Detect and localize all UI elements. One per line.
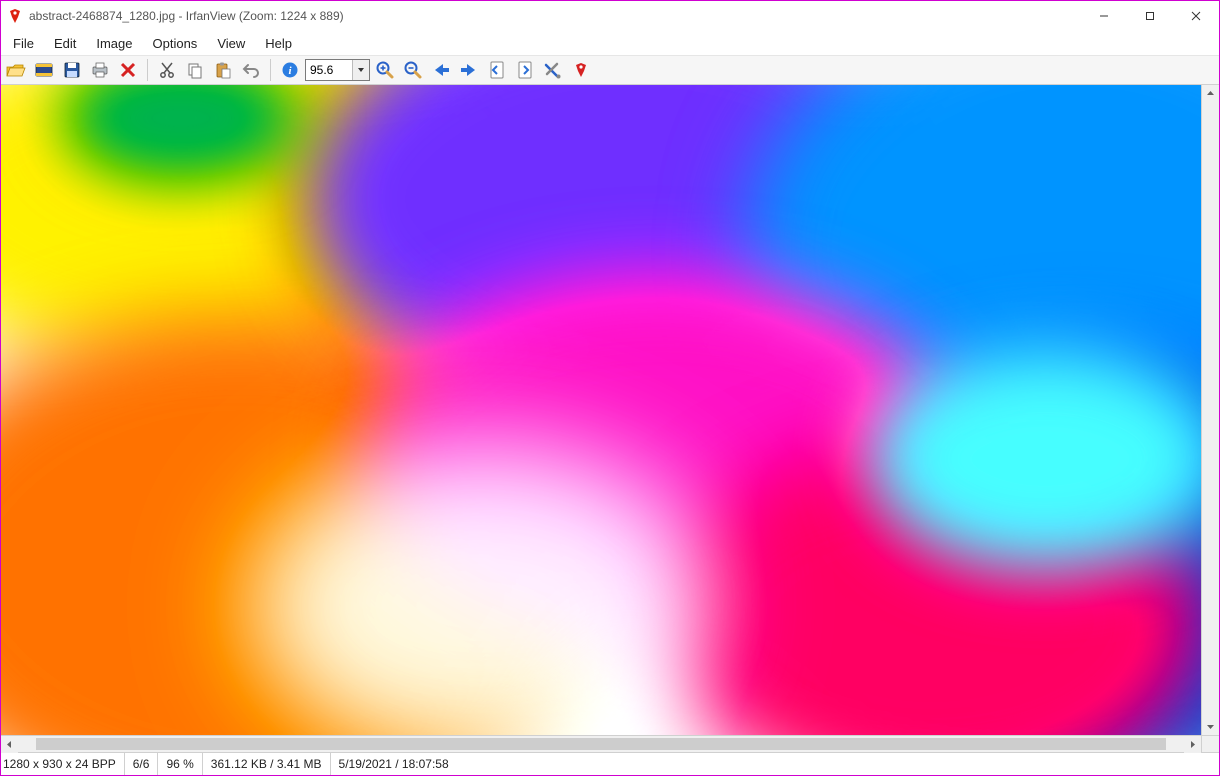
zoom-dropdown-button[interactable] — [352, 60, 369, 80]
scroll-down-button[interactable] — [1202, 718, 1219, 735]
cut-button[interactable] — [154, 58, 180, 82]
app-window: abstract-2468874_1280.jpg - IrfanView (Z… — [0, 0, 1220, 776]
menu-file[interactable]: File — [5, 34, 42, 53]
image-canvas[interactable] — [1, 85, 1201, 735]
menu-image[interactable]: Image — [88, 34, 140, 53]
open-button[interactable] — [3, 58, 29, 82]
close-button[interactable] — [1173, 1, 1219, 31]
settings-button[interactable] — [540, 58, 566, 82]
image-viewport — [1, 85, 1219, 735]
zoom-input[interactable] — [306, 63, 352, 77]
zoom-in-button[interactable] — [372, 58, 398, 82]
previous-image-button[interactable] — [428, 58, 454, 82]
next-image-button[interactable] — [456, 58, 482, 82]
scrollbar-corner — [1201, 735, 1219, 753]
previous-page-button[interactable] — [484, 58, 510, 82]
vertical-scrollbar[interactable] — [1201, 85, 1219, 735]
toolbar: i — [1, 56, 1219, 85]
slideshow-button[interactable] — [31, 58, 57, 82]
undo-button[interactable] — [238, 58, 264, 82]
menu-edit[interactable]: Edit — [46, 34, 84, 53]
next-page-button[interactable] — [512, 58, 538, 82]
status-dimensions: 1280 x 930 x 24 BPP — [3, 753, 125, 775]
menu-bar: File Edit Image Options View Help — [1, 31, 1219, 56]
window-title: abstract-2468874_1280.jpg - IrfanView (Z… — [29, 9, 344, 23]
status-filesize: 361.12 KB / 3.41 MB — [203, 753, 331, 775]
separator — [270, 59, 271, 81]
zoom-combobox[interactable] — [305, 59, 370, 81]
window-controls — [1081, 1, 1219, 31]
horizontal-scrollbar[interactable] — [1, 735, 1201, 752]
vertical-scroll-track[interactable] — [1202, 102, 1219, 718]
status-datetime: 5/19/2021 / 18:07:58 — [331, 753, 457, 775]
scroll-right-button[interactable] — [1184, 736, 1201, 753]
separator — [147, 59, 148, 81]
print-button[interactable] — [87, 58, 113, 82]
menu-help[interactable]: Help — [257, 34, 300, 53]
scroll-left-button[interactable] — [1, 736, 18, 753]
copy-button[interactable] — [182, 58, 208, 82]
paste-button[interactable] — [210, 58, 236, 82]
status-bar: 1280 x 930 x 24 BPP 6/6 96 % 361.12 KB /… — [1, 752, 1219, 775]
delete-button[interactable] — [115, 58, 141, 82]
status-zoom: 96 % — [158, 753, 202, 775]
info-button[interactable]: i — [277, 58, 303, 82]
horizontal-scroll-track[interactable] — [18, 736, 1184, 752]
zoom-out-button[interactable] — [400, 58, 426, 82]
scroll-up-button[interactable] — [1202, 85, 1219, 102]
horizontal-scroll-thumb[interactable] — [36, 738, 1166, 750]
displayed-image — [1, 85, 1201, 735]
status-page: 6/6 — [125, 753, 159, 775]
menu-view[interactable]: View — [209, 34, 253, 53]
minimize-button[interactable] — [1081, 1, 1127, 31]
maximize-button[interactable] — [1127, 1, 1173, 31]
title-bar[interactable]: abstract-2468874_1280.jpg - IrfanView (Z… — [1, 1, 1219, 31]
app-icon — [7, 8, 23, 24]
irfanview-logo-button[interactable] — [568, 58, 594, 82]
save-button[interactable] — [59, 58, 85, 82]
menu-options[interactable]: Options — [145, 34, 206, 53]
